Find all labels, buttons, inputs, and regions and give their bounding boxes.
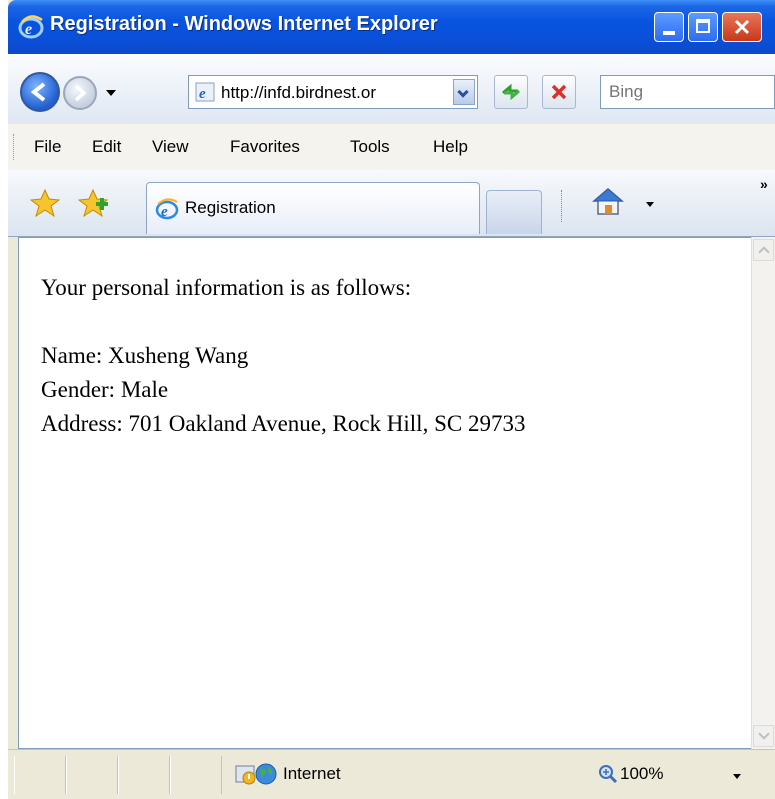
- info-gender: Gender: Male: [41, 377, 169, 402]
- title-bar[interactable]: e Registration - Windows Internet Explor…: [8, 0, 775, 54]
- favorites-star-icon[interactable]: [30, 188, 60, 218]
- tab-bar: e Registration »: [8, 170, 775, 237]
- address-bar[interactable]: e http://infd.birdnest.or: [188, 75, 478, 109]
- zoom-dropdown-icon[interactable]: [733, 774, 741, 779]
- status-pane: [118, 756, 170, 794]
- scroll-down-button[interactable]: [753, 725, 774, 747]
- back-button[interactable]: [20, 72, 60, 112]
- menu-edit[interactable]: Edit: [92, 137, 121, 157]
- browser-window: e Registration - Windows Internet Explor…: [8, 0, 775, 799]
- close-button[interactable]: [722, 12, 762, 42]
- page-icon: e: [195, 82, 215, 102]
- info-name: Name: Xusheng Wang: [41, 343, 249, 368]
- tab-label: Registration: [185, 198, 276, 217]
- arrow-left-icon: [30, 82, 46, 102]
- menu-help[interactable]: Help: [433, 137, 468, 157]
- maximize-icon: [696, 19, 710, 33]
- security-zone-label: Internet: [283, 764, 341, 783]
- menu-view[interactable]: View: [152, 137, 189, 157]
- maximize-button[interactable]: [688, 12, 718, 42]
- refresh-button[interactable]: [494, 75, 528, 109]
- menu-tools[interactable]: Tools: [350, 137, 390, 157]
- menu-favorites[interactable]: Favorites: [230, 137, 300, 157]
- home-icon[interactable]: [592, 186, 624, 216]
- page-content: Your personal information is as follows:…: [18, 237, 751, 749]
- status-bar: Internet 100%: [8, 749, 775, 799]
- minimize-icon: [663, 31, 675, 35]
- menu-bar: File Edit View Favorites Tools Help: [8, 124, 775, 171]
- address-url[interactable]: http://infd.birdnest.or: [221, 83, 453, 103]
- close-icon: [734, 19, 750, 35]
- zoom-icon[interactable]: [598, 764, 618, 784]
- status-pane: [170, 756, 222, 794]
- navigation-bar: e http://infd.birdnest.or: [8, 54, 775, 125]
- svg-text:e: e: [161, 204, 168, 220]
- address-dropdown-button[interactable]: [453, 79, 475, 105]
- new-tab-button[interactable]: [486, 190, 542, 234]
- minimize-button[interactable]: [654, 12, 684, 42]
- toolbar-overflow-chevron-icon[interactable]: »: [760, 176, 768, 192]
- history-dropdown-icon[interactable]: [106, 90, 116, 96]
- toolbar-separator: [561, 190, 564, 222]
- search-box[interactable]: [600, 75, 775, 109]
- status-pane: [14, 756, 66, 794]
- scroll-up-button[interactable]: [753, 239, 774, 261]
- window-title: Registration - Windows Internet Explorer: [50, 13, 438, 35]
- tab-registration[interactable]: e Registration: [146, 182, 480, 234]
- stop-icon: [551, 84, 567, 100]
- internet-globe-icon: [255, 763, 277, 785]
- vertical-scrollbar[interactable]: [751, 237, 775, 749]
- zoom-level[interactable]: 100%: [620, 764, 663, 784]
- status-pane: [66, 756, 118, 794]
- svg-text:e: e: [25, 21, 32, 38]
- info-address: Address: 701 Oakland Avenue, Rock Hill, …: [41, 411, 526, 436]
- info-heading: Your personal information is as follows:: [41, 275, 412, 300]
- add-favorites-icon[interactable]: [78, 188, 110, 218]
- menu-grip[interactable]: [13, 134, 17, 160]
- forward-button[interactable]: [63, 76, 97, 110]
- ie-logo-icon: e: [18, 15, 44, 39]
- home-dropdown-icon[interactable]: [646, 202, 654, 207]
- search-input[interactable]: [607, 81, 771, 103]
- chevron-down-icon: [457, 86, 469, 98]
- arrow-right-icon: [74, 84, 87, 102]
- ie-tab-icon: e: [155, 198, 179, 220]
- stop-button[interactable]: [542, 75, 576, 109]
- refresh-icon: [502, 83, 520, 101]
- menu-file[interactable]: File: [34, 137, 61, 157]
- svg-text:e: e: [199, 86, 206, 102]
